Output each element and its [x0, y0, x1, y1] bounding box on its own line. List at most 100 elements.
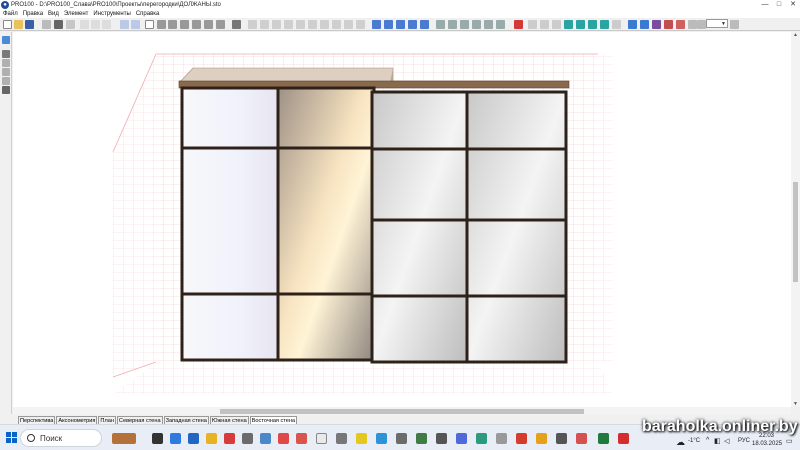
zoom-icon[interactable]: [697, 20, 706, 29]
windows-start-icon[interactable]: [6, 432, 18, 444]
app6-icon[interactable]: [436, 433, 447, 444]
horizontal-scrollbar[interactable]: [13, 407, 791, 415]
copy-icon[interactable]: [91, 20, 100, 29]
app8-icon[interactable]: [476, 433, 487, 444]
app2-icon[interactable]: [296, 433, 307, 444]
menu-view[interactable]: Вид: [48, 11, 59, 17]
texture-icon[interactable]: [216, 20, 225, 29]
view-top-icon[interactable]: [528, 20, 537, 29]
horizontal-scroll-thumb[interactable]: [220, 409, 584, 414]
move-down-icon[interactable]: [472, 20, 481, 29]
grid-icon[interactable]: [652, 20, 661, 29]
clock-date[interactable]: 18.03.2025: [752, 441, 782, 447]
tab-east-wall[interactable]: Восточная стена: [249, 416, 298, 424]
volume-icon[interactable]: ◁: [724, 437, 729, 445]
new-file-icon[interactable]: [3, 20, 12, 29]
flip-icon[interactable]: [420, 20, 429, 29]
move-front-icon[interactable]: [496, 20, 505, 29]
rotate-icon[interactable]: [384, 20, 393, 29]
print-icon[interactable]: [54, 20, 63, 29]
scroll-down-icon[interactable]: ▼: [791, 401, 800, 407]
notification-icon[interactable]: ▭: [786, 437, 793, 445]
app-icon[interactable]: [242, 433, 253, 444]
align-top-icon[interactable]: [284, 20, 293, 29]
align-left-icon[interactable]: [248, 20, 257, 29]
camera-icon[interactable]: [640, 20, 649, 29]
mail-icon[interactable]: [188, 433, 199, 444]
tab-south-wall[interactable]: Южная стена: [209, 416, 249, 424]
tab-perspective[interactable]: Перспектива: [18, 416, 56, 424]
yandex-icon[interactable]: [356, 433, 367, 444]
paste-icon[interactable]: [102, 20, 111, 29]
properties-icon[interactable]: [66, 20, 75, 29]
zoom-select[interactable]: ▼: [706, 19, 728, 28]
view-wireframe-icon[interactable]: [612, 20, 621, 29]
edge-icon[interactable]: [170, 433, 181, 444]
align-right-icon[interactable]: [272, 20, 281, 29]
match-size-icon[interactable]: [332, 20, 341, 29]
app10-icon[interactable]: [516, 433, 527, 444]
app12-icon[interactable]: [556, 433, 567, 444]
view-plan-icon[interactable]: [588, 20, 597, 29]
save-icon[interactable]: [25, 20, 34, 29]
app11-icon[interactable]: [536, 433, 547, 444]
minimize-button[interactable]: —: [758, 0, 772, 10]
app9-icon[interactable]: [496, 433, 507, 444]
maximize-button[interactable]: □: [772, 0, 786, 10]
resize-tool-icon[interactable]: [2, 68, 10, 76]
excel-icon[interactable]: [598, 433, 609, 444]
light-icon[interactable]: [628, 20, 637, 29]
app3-icon[interactable]: [336, 433, 347, 444]
language-indicator[interactable]: РУС: [738, 438, 750, 444]
pan-tool-icon[interactable]: [2, 77, 10, 85]
telegram-icon[interactable]: [376, 433, 387, 444]
pdf-icon[interactable]: [618, 433, 629, 444]
menu-tools[interactable]: Инструменты: [93, 11, 130, 17]
undo-icon[interactable]: [120, 20, 129, 29]
report-icon[interactable]: [204, 20, 213, 29]
move-up-icon[interactable]: [460, 20, 469, 29]
material-icon[interactable]: [664, 20, 673, 29]
view-front-icon[interactable]: [540, 20, 549, 29]
move-back-icon[interactable]: [484, 20, 493, 29]
rotate-tool-icon[interactable]: [2, 59, 10, 67]
move-tool-icon[interactable]: [2, 50, 10, 58]
menu-help[interactable]: Справка: [136, 11, 160, 17]
object-list-icon[interactable]: [180, 20, 189, 29]
rotate-right-icon[interactable]: [408, 20, 417, 29]
walk-icon[interactable]: [688, 20, 697, 29]
dimension-icon[interactable]: [192, 20, 201, 29]
rotate-left-icon[interactable]: [396, 20, 405, 29]
align-bottom-icon[interactable]: [308, 20, 317, 29]
library-icon[interactable]: [145, 20, 154, 29]
align-middle-icon[interactable]: [296, 20, 305, 29]
menu-element[interactable]: Элемент: [64, 11, 88, 17]
move-icon[interactable]: [372, 20, 381, 29]
explorer-icon[interactable]: [206, 433, 217, 444]
cut-icon[interactable]: [80, 20, 89, 29]
distribute-icon[interactable]: [320, 20, 329, 29]
app7-icon[interactable]: [456, 433, 467, 444]
group-icon[interactable]: [157, 20, 166, 29]
view-axonometry-icon[interactable]: [576, 20, 585, 29]
sum-icon[interactable]: [232, 20, 241, 29]
ungroup-icon[interactable]: [168, 20, 177, 29]
design-canvas[interactable]: [13, 32, 791, 407]
move-right-icon[interactable]: [448, 20, 457, 29]
view-perspective-icon[interactable]: [564, 20, 573, 29]
menu-file[interactable]: Файл: [3, 11, 18, 17]
news-widget-icon[interactable]: [112, 433, 136, 444]
redo-icon[interactable]: [131, 20, 140, 29]
tab-north-wall[interactable]: Северная стена: [116, 416, 163, 424]
network-icon[interactable]: ◧: [714, 437, 721, 445]
zoom-in-icon[interactable]: [730, 20, 739, 29]
print-preview-icon[interactable]: [42, 20, 51, 29]
zoom-tool-icon[interactable]: [2, 86, 10, 94]
opera-icon[interactable]: [278, 433, 289, 444]
select-tool-icon[interactable]: [2, 36, 10, 44]
space-icon[interactable]: [356, 20, 365, 29]
snap-icon[interactable]: [344, 20, 353, 29]
app4-icon[interactable]: [396, 433, 407, 444]
tab-west-wall[interactable]: Западная стена: [163, 416, 209, 424]
view-side-icon[interactable]: [552, 20, 561, 29]
